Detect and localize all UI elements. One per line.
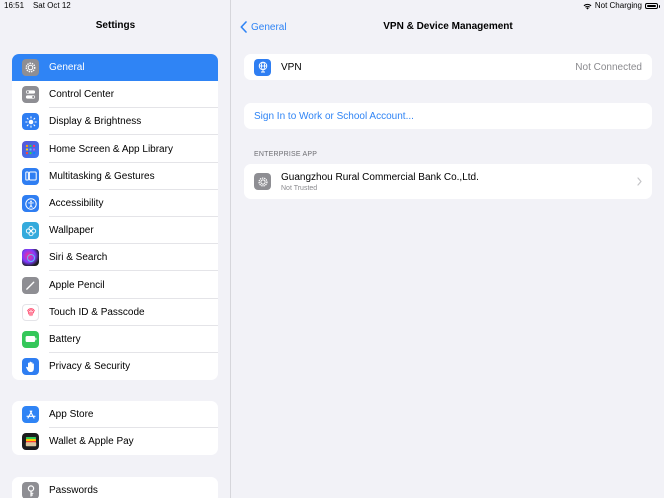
enterprise-app-texts: Guangzhou Rural Commercial Bank Co.,Ltd.…	[281, 172, 637, 192]
sidebar-group-store: App Store Wallet & Apple Pay	[12, 401, 218, 456]
chevron-right-icon	[637, 177, 642, 186]
sidebar-item-home-screen[interactable]: Home Screen & App Library	[12, 136, 218, 163]
wallet-icon	[22, 433, 39, 451]
key-icon	[22, 482, 39, 498]
app-store-icon	[22, 406, 39, 424]
sidebar-item-label: Siri & Search	[49, 244, 218, 272]
multitasking-icon	[22, 167, 39, 185]
sidebar-item-label: Battery	[49, 326, 218, 353]
sidebar-item-label: Passwords	[49, 485, 98, 497]
battery-app-icon	[22, 330, 39, 348]
sign-in-row[interactable]: Sign In to Work or School Account...	[244, 103, 652, 129]
sidebar-item-passwords[interactable]: Passwords	[12, 477, 218, 498]
status-time: 16:51	[4, 1, 25, 10]
sidebar-item-wallet[interactable]: Wallet & Apple Pay	[12, 428, 218, 455]
sun-icon	[22, 113, 39, 131]
sidebar-item-label: Display & Brightness	[49, 108, 218, 136]
sidebar-item-siri-search[interactable]: Siri & Search	[12, 244, 218, 272]
sidebar-item-accessibility[interactable]: Accessibility	[12, 190, 218, 218]
sidebar-item-label: Privacy & Security	[49, 361, 131, 373]
gear-icon	[254, 173, 271, 190]
vpn-label: VPN	[281, 61, 302, 73]
sidebar-item-control-center[interactable]: Control Center	[12, 81, 218, 109]
status-bar: 16:51 Sat Oct 12 Not Charging	[0, 0, 664, 12]
sidebar-item-app-store[interactable]: App Store	[12, 401, 218, 429]
sidebar-item-label: App Store	[49, 401, 218, 429]
sidebar-item-label: Touch ID & Passcode	[49, 299, 218, 326]
accessibility-icon	[22, 195, 39, 213]
siri-icon	[22, 249, 39, 267]
sidebar-item-label: General	[49, 62, 85, 74]
sidebar-item-wallpaper[interactable]: Wallpaper	[12, 217, 218, 245]
hand-icon	[22, 358, 39, 376]
sidebar-group-passwords: Passwords	[12, 477, 218, 498]
wifi-icon	[583, 3, 592, 9]
sidebar-group-main: General Control Center Display & Brightn…	[12, 54, 218, 381]
sidebar-item-apple-pencil[interactable]: Apple Pencil	[12, 272, 218, 299]
sidebar-item-general[interactable]: General	[12, 54, 218, 82]
sidebar-item-touch-id[interactable]: Touch ID & Passcode	[12, 299, 218, 326]
vpn-status: Not Connected	[575, 61, 642, 73]
enterprise-app-name: Guangzhou Rural Commercial Bank Co.,Ltd.	[281, 171, 479, 183]
vpn-row[interactable]: VPN Not Connected	[244, 54, 652, 80]
enterprise-app-status: Not Trusted	[281, 184, 318, 192]
sidebar-item-privacy-security[interactable]: Privacy & Security	[12, 353, 218, 380]
sign-in-link[interactable]: Sign In to Work or School Account...	[254, 111, 414, 122]
sidebar-item-label: Control Center	[49, 81, 218, 109]
fingerprint-icon	[22, 303, 39, 321]
status-date: Sat Oct 12	[32, 1, 71, 10]
sidebar-item-label: Multitasking & Gestures	[49, 163, 218, 190]
page-title: VPN & Device Management	[383, 21, 513, 32]
grid-icon	[22, 140, 39, 158]
pencil-icon	[22, 276, 39, 294]
charging-status: Not Charging	[594, 1, 642, 10]
sidebar-item-display-brightness[interactable]: Display & Brightness	[12, 108, 218, 136]
vpn-globe-icon	[254, 58, 271, 76]
sidebar-item-label: Wallpaper	[49, 217, 218, 245]
status-right: Not Charging	[583, 0, 660, 12]
battery-icon	[645, 3, 660, 9]
sidebar: Settings General Control Center Display …	[0, 0, 231, 498]
enterprise-app-row[interactable]: Guangzhou Rural Commercial Bank Co.,Ltd.…	[244, 164, 652, 199]
sidebar-title: Settings	[95, 20, 136, 31]
sidebar-item-label: Apple Pencil	[49, 272, 218, 299]
sidebar-item-label: Home Screen & App Library	[49, 136, 218, 163]
gear-icon	[22, 59, 39, 77]
flower-icon	[22, 222, 39, 240]
section-header-enterprise: ENTERPRISE APP	[254, 151, 318, 158]
toggles-icon	[22, 86, 39, 104]
sidebar-item-battery[interactable]: Battery	[12, 326, 218, 353]
status-time-date: 16:51 Sat Oct 12	[4, 0, 71, 12]
sidebar-item-label: Wallet & Apple Pay	[49, 436, 134, 448]
sidebar-item-multitasking[interactable]: Multitasking & Gestures	[12, 163, 218, 190]
sidebar-item-label: Accessibility	[49, 190, 218, 218]
detail-pane: General VPN & Device Management VPN Not …	[232, 0, 664, 498]
